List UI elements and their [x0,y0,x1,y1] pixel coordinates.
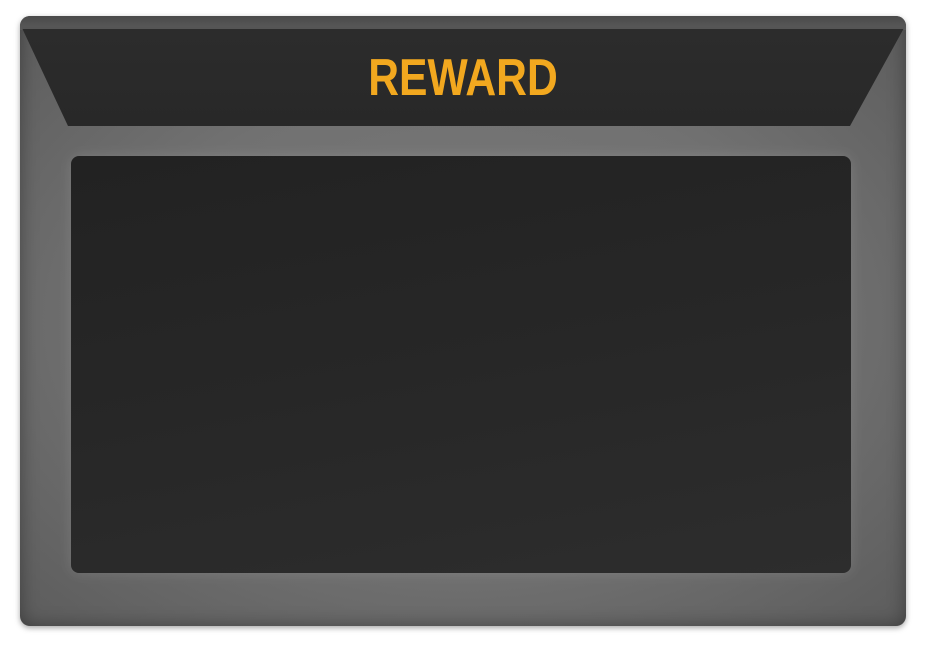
reward-content-area [71,156,851,573]
panel-title: REWARD [368,49,558,107]
reward-panel: REWARD [20,16,906,626]
